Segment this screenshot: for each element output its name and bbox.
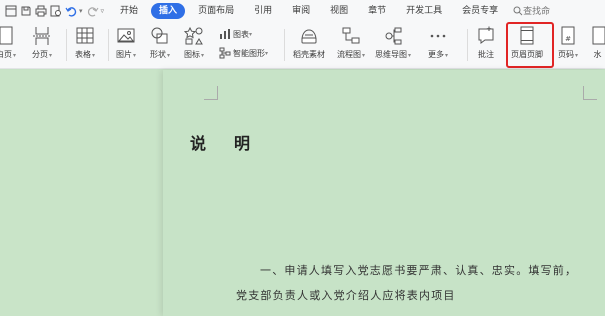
smartart-button[interactable]: 智能图形 ▾ xyxy=(219,46,268,60)
page-break-button[interactable]: 分页▾ xyxy=(32,26,52,60)
page-margin-corner-top-right xyxy=(583,86,597,100)
page-number-button[interactable]: # 页码▾ xyxy=(558,26,578,60)
divider xyxy=(108,29,109,61)
table-label: 表格 xyxy=(75,50,91,59)
icon-library-button[interactable]: 图标▾ xyxy=(184,26,204,60)
shape-label: 形状 xyxy=(150,50,166,59)
save-icon[interactable] xyxy=(19,4,33,18)
redo-icon[interactable] xyxy=(86,4,100,18)
more-label: 更多 xyxy=(428,50,444,59)
tab-view[interactable]: 视图 xyxy=(323,3,355,19)
tab-insert[interactable]: 插入 xyxy=(151,2,186,19)
chart-icon xyxy=(220,29,230,39)
document-paragraph-1: 一、申请人填写入党志愿书要严肃、认真、忠实。填写前， xyxy=(260,264,578,277)
table-icon xyxy=(76,27,94,44)
tab-section[interactable]: 章节 xyxy=(361,3,393,19)
picture-icon xyxy=(117,28,135,43)
search-icon xyxy=(513,6,523,15)
watermark-icon xyxy=(592,26,605,45)
smartart-label: 智能图形 xyxy=(233,48,265,58)
shape-button[interactable]: 形状▾ xyxy=(150,26,170,60)
tab-home[interactable]: 开始 xyxy=(113,3,145,19)
shape-icon xyxy=(151,27,168,44)
smartart-icon xyxy=(219,47,231,59)
document-page[interactable] xyxy=(163,70,605,316)
menu-bar: ▾ ▿ 开始 插入 页面布局 引用 审阅 视图 章节 开发工具 会员专享 查找命 xyxy=(0,0,605,21)
tab-review[interactable]: 审阅 xyxy=(285,3,317,19)
undo-dropdown-icon[interactable]: ▾ xyxy=(79,7,83,15)
page-margin-corner-top-left xyxy=(204,86,218,100)
tab-references[interactable]: 引用 xyxy=(247,3,279,19)
flowchart-icon xyxy=(342,27,360,44)
picture-button[interactable]: 图片▾ xyxy=(116,26,136,60)
quick-access-toolbar: ▾ ▿ xyxy=(0,0,107,21)
tab-page-layout[interactable]: 页面布局 xyxy=(191,3,241,19)
page-number-label: 页码 xyxy=(558,50,574,59)
picture-label: 图片 xyxy=(116,50,132,59)
chart-button[interactable]: 图表 ▾ xyxy=(219,27,268,41)
table-button[interactable]: 表格▾ xyxy=(75,26,95,60)
divider xyxy=(467,29,468,61)
flowchart-label: 流程图 xyxy=(337,50,361,59)
blank-page-button[interactable]: 白页▾ xyxy=(0,26,16,60)
watermark-label: 水 xyxy=(593,50,602,59)
chart-smartart-group: 图表 ▾ 智能图形 ▾ xyxy=(219,27,268,65)
search-box[interactable]: 查找命 xyxy=(513,4,550,17)
customize-toolbar-icon[interactable]: ▿ xyxy=(101,7,105,15)
rice-material-label: 稻壳素材 xyxy=(293,50,325,59)
comment-button[interactable]: 批注 xyxy=(476,26,496,60)
mindmap-label: 思维导图 xyxy=(375,50,407,59)
icon-library-icon xyxy=(184,26,203,45)
page-break-label: 分页 xyxy=(32,50,48,59)
more-button[interactable]: 更多▾ xyxy=(428,26,448,60)
document-title: 说明 xyxy=(190,134,279,153)
highlight-box xyxy=(506,22,554,68)
mindmap-button[interactable]: 思维导图▾ xyxy=(375,26,411,60)
more-icon xyxy=(430,34,446,38)
comment-label: 批注 xyxy=(478,50,494,59)
mindmap-icon xyxy=(385,27,402,45)
divider xyxy=(284,29,285,61)
comment-icon xyxy=(478,26,494,44)
rice-material-icon xyxy=(301,29,317,44)
print-icon[interactable] xyxy=(34,4,48,18)
rice-material-button[interactable]: 稻壳素材 xyxy=(293,26,325,60)
flowchart-button[interactable]: 流程图▾ xyxy=(337,26,365,60)
chart-label: 图表 xyxy=(233,29,249,39)
layout-icon[interactable] xyxy=(4,4,18,18)
undo-icon[interactable] xyxy=(64,4,78,18)
icon-library-label: 图标 xyxy=(184,50,200,59)
tab-member[interactable]: 会员专享 xyxy=(455,3,505,19)
svg-text:#: # xyxy=(565,35,571,43)
print-preview-icon[interactable] xyxy=(49,4,63,18)
page-number-icon: # xyxy=(561,26,575,45)
search-text: 查找命 xyxy=(523,7,551,17)
page-break-icon xyxy=(33,27,51,45)
divider xyxy=(66,29,67,61)
blank-page-label: 白页 xyxy=(0,50,12,59)
ribbon-tabs: 开始 插入 页面布局 引用 审阅 视图 章节 开发工具 会员专享 xyxy=(113,0,511,21)
document-paragraph-2: 党支部负责人或入党介绍人应将表内项目 xyxy=(236,289,456,302)
watermark-button[interactable]: 水 xyxy=(590,26,605,60)
tab-developer[interactable]: 开发工具 xyxy=(399,3,449,19)
blank-page-icon xyxy=(0,26,13,45)
